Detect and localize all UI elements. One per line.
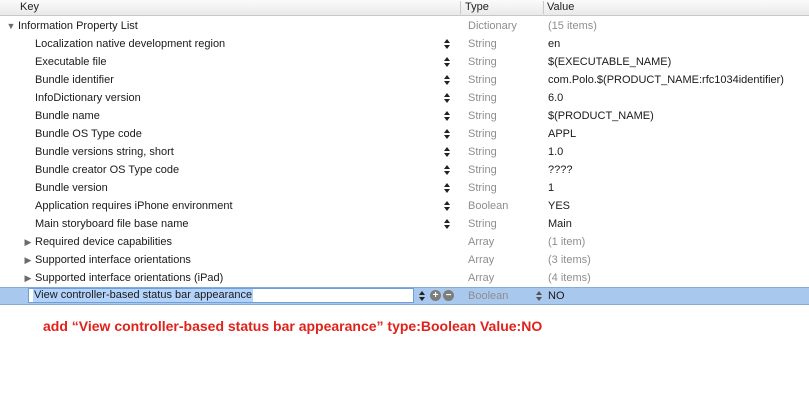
row-key[interactable]: Main storyboard file base name	[35, 215, 188, 233]
row-key[interactable]: Bundle versions string, short	[35, 143, 174, 161]
plist-table: ▼ Information Property List Dictionary (…	[0, 17, 809, 305]
plist-row[interactable]: ▶ Supported interface orientations Array (3…	[0, 251, 809, 269]
row-type[interactable]: String	[468, 53, 497, 71]
row-value[interactable]: 1.0	[548, 143, 563, 161]
row-key[interactable]: Executable file	[35, 53, 107, 71]
plist-row[interactable]: ▶ Required device capabilities Array (1 ite…	[0, 233, 809, 251]
row-key[interactable]: Bundle creator OS Type code	[35, 161, 179, 179]
row-type[interactable]: String	[468, 107, 497, 125]
row-key[interactable]: InfoDictionary version	[35, 89, 141, 107]
value-column-header[interactable]: Value	[547, 1, 574, 13]
key-stepper-icon[interactable]	[443, 91, 451, 105]
selected-value[interactable]: NO	[548, 288, 565, 304]
row-value[interactable]: APPL	[548, 125, 576, 143]
row-value[interactable]: $(EXECUTABLE_NAME)	[548, 53, 671, 71]
row-value[interactable]: (4 items)	[548, 269, 591, 287]
key-stepper-icon[interactable]	[443, 145, 451, 159]
plist-row[interactable]: Bundle identifier String com.Polo.$(PRODUC…	[0, 71, 809, 89]
row-type[interactable]: Array	[468, 233, 494, 251]
plist-row[interactable]: Executable file String $(EXECUTABLE_NAME)	[0, 53, 809, 71]
plist-row[interactable]: Bundle name String $(PRODUCT_NAME)	[0, 107, 809, 125]
plist-row[interactable]: Main storyboard file base name String Main	[0, 215, 809, 233]
add-item-icon[interactable]: +	[430, 290, 441, 301]
row-type[interactable]: Array	[468, 269, 494, 287]
selected-row[interactable]: View controller-based status bar appeara…	[0, 287, 809, 305]
row-value[interactable]: 1	[548, 179, 554, 197]
disclosure-closed-icon[interactable]: ▶	[23, 251, 33, 269]
plist-row[interactable]: Bundle creator OS Type code String????	[0, 161, 809, 179]
plist-row[interactable]: Bundle OS Type code String APPL	[0, 125, 809, 143]
row-key[interactable]: Supported interface orientations (iPad)	[35, 269, 223, 287]
root-type: Dictionary	[468, 20, 517, 32]
row-key[interactable]: Application requires iPhone environment	[35, 197, 233, 215]
plist-row[interactable]: ▶ Supported interface orientations (iPad)…	[0, 269, 809, 287]
column-divider[interactable]	[460, 1, 461, 14]
row-value[interactable]: (1 item)	[548, 233, 585, 251]
row-type[interactable]: String	[468, 179, 497, 197]
row-type[interactable]: String	[468, 143, 497, 161]
remove-item-icon[interactable]: −	[443, 290, 454, 301]
plist-row[interactable]: Bundle versions string, short String 1.0	[0, 143, 809, 161]
row-key[interactable]: Bundle version	[35, 179, 108, 197]
row-value[interactable]: en	[548, 35, 560, 53]
type-column-header[interactable]: Type	[465, 1, 489, 13]
key-column-header[interactable]: Key	[20, 1, 39, 13]
row-value[interactable]: Main	[548, 215, 572, 233]
row-type[interactable]: String	[468, 71, 497, 89]
row-value[interactable]: ????	[548, 161, 572, 179]
key-stepper-icon[interactable]	[443, 199, 451, 213]
disclosure-open-icon[interactable]: ▼	[6, 17, 16, 35]
root-key: Information Property List	[18, 20, 138, 32]
row-type[interactable]: String	[468, 89, 497, 107]
type-stepper-icon[interactable]	[535, 289, 543, 303]
key-stepper-icon[interactable]	[443, 73, 451, 87]
row-key[interactable]: Supported interface orientations	[35, 251, 191, 269]
disclosure-closed-icon[interactable]: ▶	[23, 233, 33, 251]
key-stepper-icon[interactable]	[443, 127, 451, 141]
key-stepper-icon[interactable]	[443, 181, 451, 195]
key-stepper-icon[interactable]	[418, 289, 426, 303]
row-key[interactable]: Localization native development region	[35, 35, 225, 53]
row-value[interactable]: com.Polo.$(PRODUCT_NAME:rfc1034identifie…	[548, 71, 784, 89]
column-header: Key Type Value	[0, 0, 809, 16]
column-divider[interactable]	[543, 1, 544, 14]
key-stepper-icon[interactable]	[443, 109, 451, 123]
key-stepper-icon[interactable]	[443, 217, 451, 231]
row-type[interactable]: Boolean	[468, 197, 508, 215]
row-value[interactable]: $(PRODUCT_NAME)	[548, 107, 654, 125]
selected-type[interactable]: Boolean	[468, 288, 508, 304]
key-stepper-icon[interactable]	[443, 55, 451, 69]
row-type[interactable]: String	[468, 161, 497, 179]
key-edit-field[interactable]: View controller-based status bar appeara…	[28, 288, 414, 303]
plist-row[interactable]: InfoDictionary version String 6.0	[0, 89, 809, 107]
row-key[interactable]: Bundle OS Type code	[35, 125, 142, 143]
row-type[interactable]: String	[468, 125, 497, 143]
row-value[interactable]: (3 items)	[548, 251, 591, 269]
row-value[interactable]: 6.0	[548, 89, 563, 107]
row-type[interactable]: Array	[468, 251, 494, 269]
root-value: (15 items)	[548, 20, 597, 32]
row-key[interactable]: Bundle identifier	[35, 71, 114, 89]
key-stepper-icon[interactable]	[443, 163, 451, 177]
row-value[interactable]: YES	[548, 197, 570, 215]
disclosure-closed-icon[interactable]: ▶	[23, 269, 33, 287]
plist-row[interactable]: Application requires iPhone environment B…	[0, 197, 809, 215]
plist-row[interactable]: Bundle version String 1	[0, 179, 809, 197]
row-type[interactable]: String	[468, 35, 497, 53]
row-key[interactable]: Bundle name	[35, 107, 100, 125]
row-key[interactable]: Required device capabilities	[35, 233, 172, 251]
key-edit-text: View controller-based status bar appeara…	[33, 289, 254, 302]
plist-row[interactable]: Localization native development region St…	[0, 35, 809, 53]
root-row[interactable]: ▼ Information Property List Dictionary (…	[0, 17, 809, 35]
annotation-note: add “View controller-based status bar ap…	[43, 318, 543, 334]
key-stepper-icon[interactable]	[443, 37, 451, 51]
row-type[interactable]: String	[468, 215, 497, 233]
